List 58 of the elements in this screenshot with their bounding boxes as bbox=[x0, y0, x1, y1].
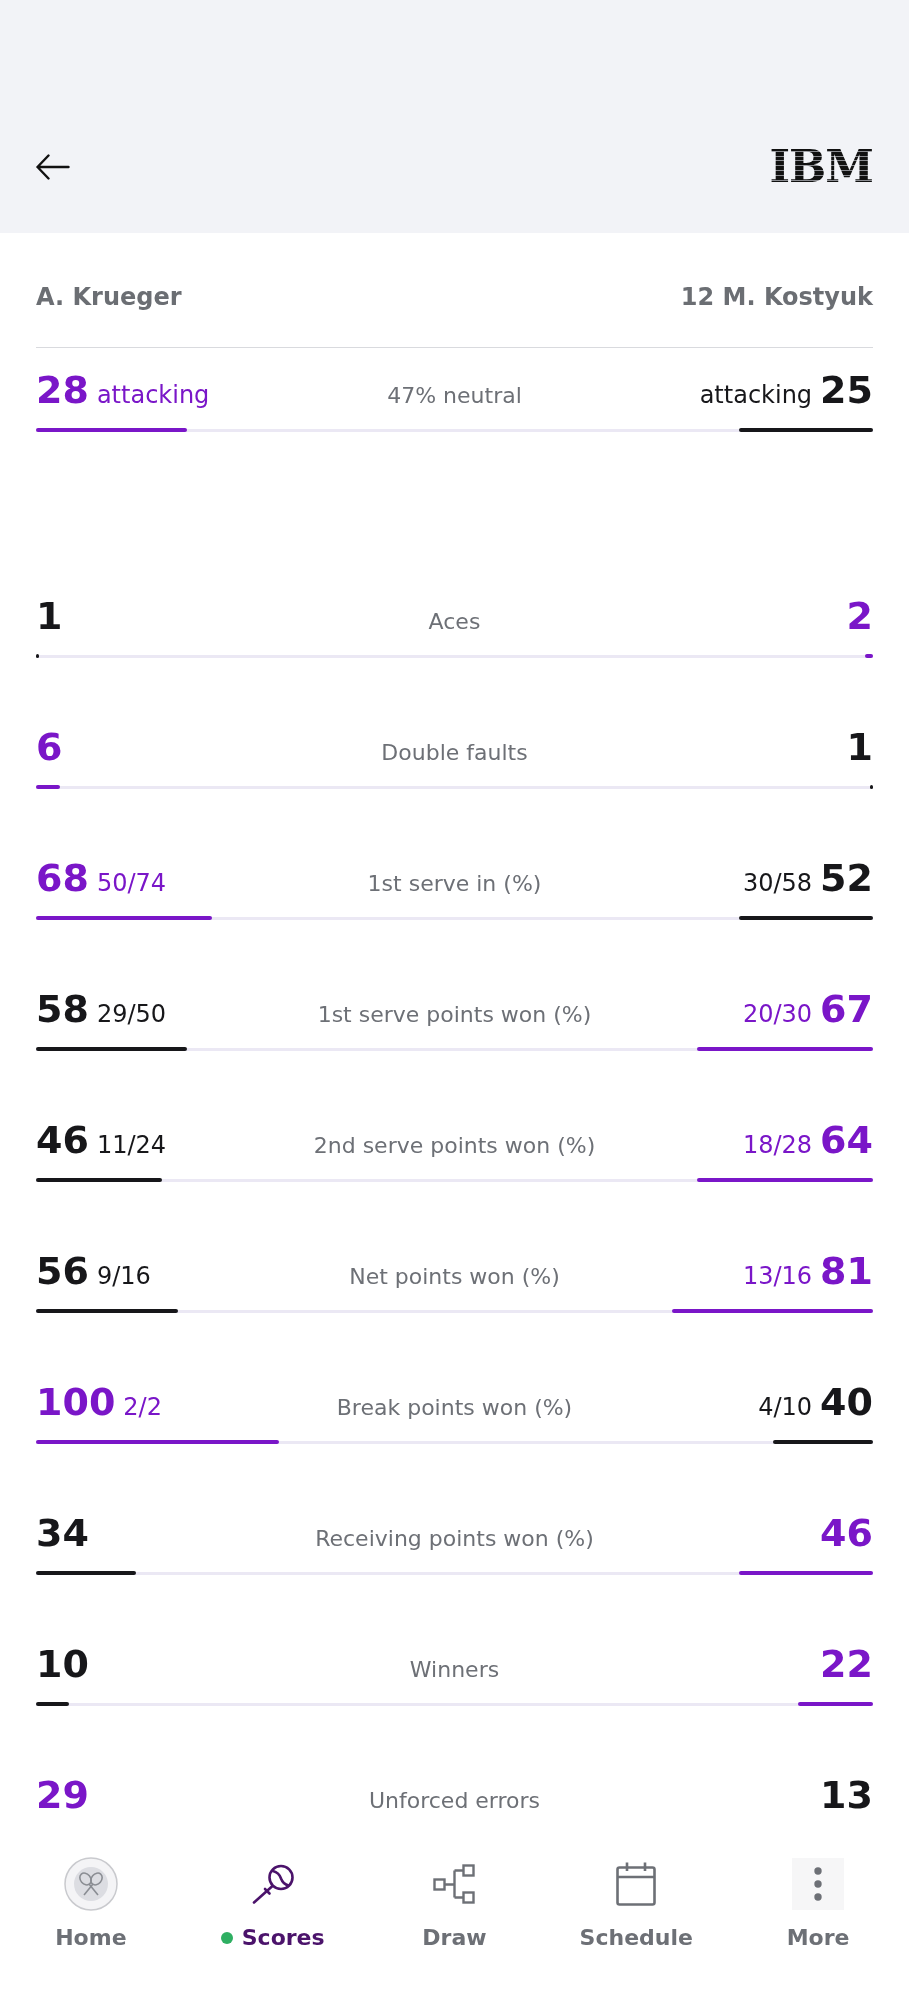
player-name: 12 M. Kostyuk bbox=[680, 282, 873, 313]
stat-value: 34 bbox=[36, 1510, 89, 1556]
stat-detail: 20/30 bbox=[742, 999, 813, 1030]
stat-value: 1 bbox=[846, 724, 873, 770]
stat-value: 67 bbox=[820, 986, 873, 1032]
stat-value: 1 bbox=[36, 593, 63, 639]
stat-value: 10 bbox=[36, 1641, 89, 1687]
bracket-icon bbox=[433, 1864, 476, 1904]
stat-label: Double faults bbox=[380, 739, 529, 767]
stat-label: 47% neutral bbox=[386, 382, 523, 410]
stat-detail: 2/2 bbox=[123, 1392, 162, 1423]
stat-label: Winners bbox=[408, 1656, 501, 1684]
stat-value: 2 bbox=[846, 593, 873, 639]
stat-detail: 11/24 bbox=[96, 1130, 167, 1161]
stat-detail: 18/28 bbox=[742, 1130, 813, 1161]
stat-detail: 4/10 bbox=[758, 1392, 813, 1423]
crossed-rackets-emblem-icon bbox=[63, 1857, 118, 1911]
stat-value: 6 bbox=[36, 724, 63, 770]
stat-value: 100 bbox=[36, 1379, 116, 1425]
stat-value: 64 bbox=[820, 1117, 873, 1163]
stat-value: 81 bbox=[820, 1248, 873, 1294]
stat-detail: 50/74 bbox=[96, 868, 167, 899]
stat-label: 1st serve in (%) bbox=[366, 870, 543, 898]
stat-label: 2nd serve points won (%) bbox=[312, 1132, 597, 1160]
stat-value: 28 bbox=[36, 367, 89, 413]
tab-bar-item[interactable]: Home bbox=[49, 1857, 133, 1953]
stat-detail: 30/58 bbox=[742, 868, 813, 899]
stat-label: Aces bbox=[427, 608, 482, 636]
stat-value: 13 bbox=[820, 1772, 873, 1818]
player-name: A. Krueger bbox=[36, 282, 182, 313]
stat-value: 29 bbox=[36, 1772, 89, 1818]
stat-label: Net points won (%) bbox=[348, 1263, 561, 1291]
calendar-icon bbox=[616, 1862, 657, 1906]
tab-bar-item[interactable]: Scores bbox=[214, 1857, 331, 1953]
more-icon bbox=[792, 1858, 845, 1910]
stat-detail: 9/16 bbox=[96, 1261, 151, 1292]
stat-value: 58 bbox=[36, 986, 89, 1032]
stat-label: Break points won (%) bbox=[335, 1394, 574, 1422]
stat-value: 68 bbox=[36, 855, 89, 901]
stat-detail: 29/50 bbox=[96, 999, 167, 1030]
stat-value: 25 bbox=[820, 367, 873, 413]
stat-detail: attacking bbox=[96, 380, 210, 411]
stat-value: 46 bbox=[820, 1510, 873, 1556]
stat-label: 1st serve points won (%) bbox=[316, 1001, 593, 1029]
racket-ball-icon bbox=[250, 1864, 295, 1904]
stat-value: 52 bbox=[820, 855, 873, 901]
stat-label: Unforced errors bbox=[367, 1787, 542, 1815]
tab-bar-item[interactable]: Draw bbox=[416, 1857, 493, 1953]
stat-value: 46 bbox=[36, 1117, 89, 1163]
stat-value: 56 bbox=[36, 1248, 89, 1294]
tab-bar-item[interactable]: Schedule bbox=[573, 1857, 699, 1953]
tab-bar-item[interactable]: More bbox=[780, 1857, 856, 1953]
stat-value: 22 bbox=[820, 1641, 873, 1687]
stat-label: Receiving points won (%) bbox=[314, 1525, 595, 1553]
back-arrow-icon[interactable] bbox=[36, 153, 70, 180]
stat-value: 40 bbox=[820, 1379, 873, 1425]
stat-detail: 13/16 bbox=[742, 1261, 813, 1292]
stat-detail: attacking bbox=[699, 380, 813, 411]
